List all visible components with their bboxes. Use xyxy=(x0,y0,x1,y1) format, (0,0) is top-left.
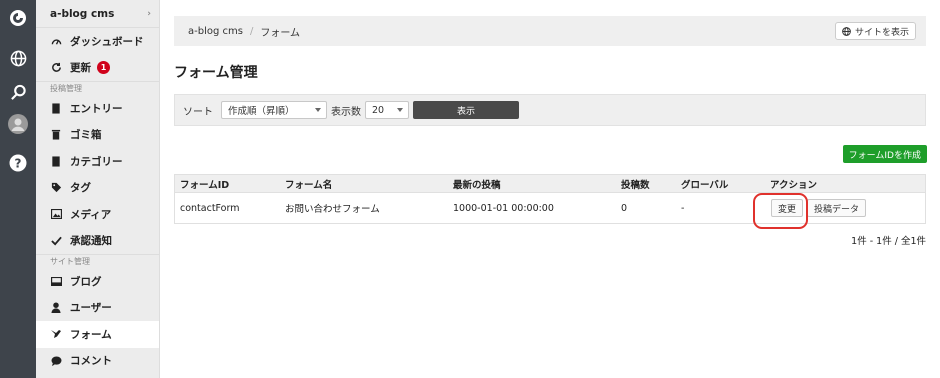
cell-global: - xyxy=(681,202,685,214)
section-label-site: サイト管理 xyxy=(36,254,159,268)
sidebar-item-label: エントリー xyxy=(70,102,123,115)
sidebar-item-blog[interactable]: ブログ xyxy=(36,268,159,295)
form-icon xyxy=(50,328,62,340)
count-select[interactable]: 20 xyxy=(365,101,409,119)
header-global: グローバル xyxy=(681,179,729,191)
sidebar: a-blog cms › ダッシュボード 更新 1 投稿管理 エントリー ゴミ箱… xyxy=(36,0,160,378)
main-content: a-blog cms / フォーム サイトを表示 フォーム管理 ソート 作成順（… xyxy=(160,0,940,378)
sidebar-item-media[interactable]: メディア xyxy=(36,201,159,228)
icon-rail: ? xyxy=(0,0,36,378)
entry-icon xyxy=(50,102,62,114)
breadcrumb: a-blog cms / フォーム サイトを表示 xyxy=(174,16,926,46)
sidebar-item-label: ゴミ箱 xyxy=(70,129,102,142)
header-post-count: 投稿数 xyxy=(621,179,650,191)
site-selector[interactable]: a-blog cms › xyxy=(36,0,159,28)
cell-post-count: 0 xyxy=(621,202,628,214)
media-icon xyxy=(50,208,62,220)
search-icon[interactable] xyxy=(8,82,28,102)
sidebar-item-label: ユーザー xyxy=(70,302,112,315)
caret-down-icon xyxy=(315,108,321,112)
chevron-right-icon: › xyxy=(147,9,151,19)
filter-bar: ソート 作成順（昇順） 表示数 20 表示 xyxy=(174,94,926,126)
cell-latest-post: 1000-01-01 00:00:00 xyxy=(453,202,554,214)
sort-select-value: 作成順（昇順） xyxy=(228,106,295,117)
sidebar-item-label: ブログ xyxy=(70,275,102,288)
table-header-row: フォームID フォーム名 最新の投稿 投稿数 グローバル アクション xyxy=(175,175,925,193)
section-label-posts: 投稿管理 xyxy=(36,81,159,95)
dashboard-icon xyxy=(50,35,62,47)
globe-icon[interactable] xyxy=(8,48,28,68)
breadcrumb-separator: / xyxy=(249,25,254,37)
cell-form-name: お問い合わせフォーム xyxy=(285,204,380,215)
sidebar-item-approval[interactable]: 承認通知 xyxy=(36,228,159,255)
user-icon xyxy=(50,302,62,314)
breadcrumb-current: フォーム xyxy=(260,27,301,39)
trash-icon xyxy=(50,129,62,141)
sidebar-item-tag[interactable]: タグ xyxy=(36,175,159,202)
view-site-button[interactable]: サイトを表示 xyxy=(834,22,916,40)
category-icon xyxy=(50,155,62,167)
sort-label: ソート xyxy=(183,106,213,118)
refresh-icon xyxy=(50,62,62,74)
sidebar-item-category[interactable]: カテゴリー xyxy=(36,148,159,175)
check-icon xyxy=(50,235,62,247)
avatar-icon[interactable] xyxy=(8,114,28,134)
sidebar-item-label: メディア xyxy=(70,208,112,221)
sidebar-item-label: 承認通知 xyxy=(70,235,112,248)
sidebar-item-update[interactable]: 更新 1 xyxy=(36,55,159,82)
highlight-annotation xyxy=(753,193,808,229)
caret-down-icon xyxy=(397,108,403,112)
sidebar-item-comment[interactable]: コメント xyxy=(36,348,159,375)
sidebar-item-trash[interactable]: ゴミ箱 xyxy=(36,122,159,149)
page-title: フォーム管理 xyxy=(174,65,258,81)
header-form-name: フォーム名 xyxy=(285,179,333,191)
update-count-badge: 1 xyxy=(97,61,110,75)
cell-form-id: contactForm xyxy=(180,202,240,214)
sidebar-item-form[interactable]: フォーム xyxy=(36,321,159,348)
comment-icon xyxy=(50,355,62,367)
tag-icon xyxy=(50,182,62,194)
header-form-id: フォームID xyxy=(180,179,230,191)
sidebar-item-dashboard[interactable]: ダッシュボード xyxy=(36,28,159,55)
count-label: 表示数 xyxy=(331,106,361,118)
sidebar-item-user[interactable]: ユーザー xyxy=(36,295,159,322)
sidebar-item-label: カテゴリー xyxy=(70,155,123,168)
pagination-count: 1件 - 1件 / 全1件 xyxy=(851,236,926,247)
header-latest-post: 最新の投稿 xyxy=(453,179,501,191)
sidebar-item-entry[interactable]: エントリー xyxy=(36,95,159,122)
header-actions: アクション xyxy=(770,179,818,191)
sidebar-item-label: ダッシュボード xyxy=(70,35,144,48)
acms-logo-icon[interactable] xyxy=(8,8,28,28)
breadcrumb-root-link[interactable]: a-blog cms xyxy=(188,26,243,37)
show-button[interactable]: 表示 xyxy=(413,101,519,119)
sidebar-item-label: コメント xyxy=(70,355,112,368)
globe-icon xyxy=(842,26,851,36)
blog-icon xyxy=(50,275,62,287)
view-site-label: サイトを表示 xyxy=(854,27,909,38)
sort-select[interactable]: 作成順（昇順） xyxy=(221,101,327,119)
forms-table: フォームID フォーム名 最新の投稿 投稿数 グローバル アクション conta… xyxy=(174,174,926,224)
post-data-button[interactable]: 投稿データ xyxy=(807,199,867,217)
site-name: a-blog cms xyxy=(50,7,115,20)
count-select-value: 20 xyxy=(372,104,385,116)
create-form-id-button[interactable]: フォームIDを作成 xyxy=(842,145,927,163)
table-row: contactForm お問い合わせフォーム 1000-01-01 00:00:… xyxy=(175,193,925,223)
sidebar-item-label: タグ xyxy=(70,182,91,195)
sidebar-item-label: 更新 xyxy=(70,62,91,75)
sidebar-item-label: フォーム xyxy=(70,328,112,341)
svg-text:?: ? xyxy=(15,157,22,171)
help-icon[interactable]: ? xyxy=(8,153,28,173)
